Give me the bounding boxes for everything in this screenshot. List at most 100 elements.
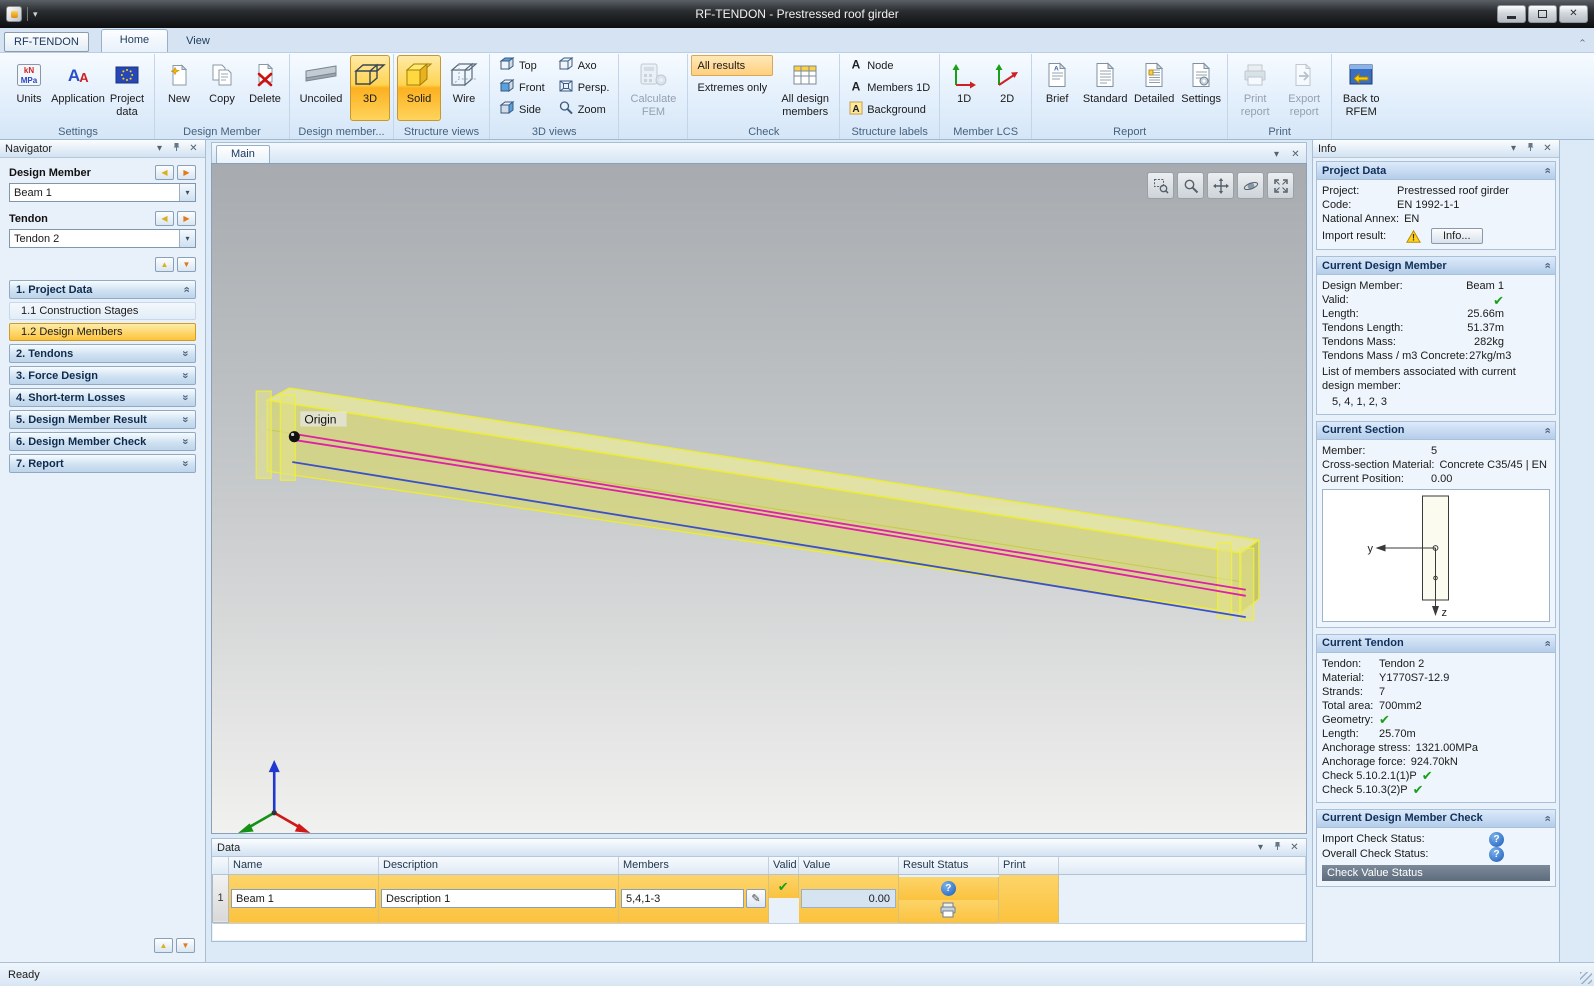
expand-icon[interactable]: «	[179, 416, 191, 422]
table-row[interactable]: 1 Beam 1 Description 1 5,4,1-3 ✎ ✔ 0.00 …	[212, 873, 1306, 923]
minimize-button[interactable]	[1497, 5, 1526, 23]
panel-menu-icon[interactable]: ▾	[153, 143, 166, 154]
label-background-button[interactable]: A Background	[843, 99, 936, 120]
section-header[interactable]: Current Tendon «	[1317, 634, 1555, 653]
tab-home[interactable]: Home	[100, 29, 169, 52]
column-header-value[interactable]: Value	[798, 857, 899, 875]
panel-menu-icon[interactable]: ▾	[1507, 143, 1520, 154]
collapse-icon[interactable]: «	[1541, 167, 1553, 173]
report-settings-button[interactable]: Settings	[1178, 55, 1224, 121]
ribbon-minimize-icon[interactable]: ‹	[1577, 39, 1588, 42]
section-header[interactable]: Current Design Member «	[1317, 257, 1555, 275]
girder-3d-scene[interactable]: Origin	[212, 164, 1306, 833]
all-results-button[interactable]: All results	[691, 55, 774, 76]
members-cell-input[interactable]: 5,4,1-3	[621, 889, 744, 908]
calculate-fem-button[interactable]: Calculate FEM	[622, 55, 684, 121]
expand-icon[interactable]: «	[179, 350, 191, 356]
view-persp-button[interactable]: Persp.	[552, 77, 616, 98]
column-header-result-status[interactable]: Result Status	[898, 857, 999, 875]
fullscreen-button[interactable]	[1267, 172, 1294, 199]
view-3d-button[interactable]: 3D	[350, 55, 390, 121]
design-member-next-button[interactable]: ▶	[177, 165, 196, 180]
section-header[interactable]: Current Design Member Check «	[1317, 809, 1555, 828]
app-icon[interactable]	[6, 6, 22, 22]
new-button[interactable]: New	[158, 55, 200, 121]
orbit-button[interactable]	[1237, 172, 1264, 199]
tendon-up-button[interactable]: ▲	[155, 257, 174, 272]
zoom-button[interactable]	[1177, 172, 1204, 199]
tendon-prev-button[interactable]: ◀	[155, 211, 174, 226]
check-value-status-row[interactable]: Check Value Status	[1322, 864, 1550, 881]
app-menu-button[interactable]: RF-TENDON	[4, 32, 89, 52]
tendon-select[interactable]: Tendon 2 ▾	[9, 229, 196, 248]
tree-item-tendons[interactable]: 2. Tendons «	[9, 344, 196, 363]
column-header-name[interactable]: Name	[228, 857, 379, 875]
section-header[interactable]: Current Section «	[1317, 421, 1555, 440]
collapse-icon[interactable]: «	[1541, 815, 1553, 821]
units-button[interactable]: kN MPa Units	[5, 55, 53, 121]
view-top-button[interactable]: Top	[493, 55, 551, 76]
all-design-members-button[interactable]: All design members	[774, 55, 836, 121]
edit-members-button[interactable]: ✎	[746, 889, 766, 908]
column-header-members[interactable]: Members	[618, 857, 769, 875]
copy-button[interactable]: Copy	[201, 55, 243, 121]
import-info-button[interactable]: Info...	[1431, 228, 1483, 244]
close-icon[interactable]: ✕	[187, 143, 200, 154]
expand-icon[interactable]: «	[179, 460, 191, 466]
chevron-down-icon[interactable]: ▾	[179, 184, 195, 201]
tree-item-design-members[interactable]: 1.2 Design Members	[9, 323, 196, 341]
expand-icon[interactable]: «	[179, 394, 191, 400]
print-report-button[interactable]: Print report	[1231, 55, 1279, 121]
chevron-down-icon[interactable]: ▾	[179, 230, 195, 247]
pin-icon[interactable]	[170, 142, 183, 155]
column-header-print[interactable]: Print	[998, 857, 1059, 875]
view-axo-button[interactable]: Axo	[552, 55, 616, 76]
resize-grip[interactable]	[1580, 972, 1592, 984]
back-to-rfem-button[interactable]: Back to RFEM	[1335, 55, 1387, 121]
close-icon[interactable]: ✕	[1289, 150, 1302, 160]
label-node-button[interactable]: A Node	[843, 55, 936, 76]
view-zoom-button[interactable]: Zoom	[552, 99, 616, 120]
pin-icon[interactable]	[1524, 142, 1537, 155]
tree-item-force-design[interactable]: 3. Force Design «	[9, 366, 196, 385]
tab-view[interactable]: View	[168, 31, 228, 52]
3d-viewport[interactable]: Origin	[211, 163, 1307, 834]
pin-icon[interactable]	[1271, 841, 1284, 854]
value-cell[interactable]: 0.00	[800, 889, 896, 908]
collapse-icon[interactable]: «	[1541, 427, 1553, 433]
report-detailed-button[interactable]: Detailed	[1131, 55, 1177, 121]
pan-button[interactable]	[1207, 172, 1234, 199]
view-side-button[interactable]: Side	[493, 99, 551, 120]
lcs-1d-button[interactable]: 1D	[943, 55, 985, 121]
expand-icon[interactable]: «	[179, 372, 191, 378]
extremes-only-button[interactable]: Extremes only	[691, 77, 773, 98]
table-empty-area[interactable]	[213, 923, 1305, 940]
tab-list-icon[interactable]: ▾	[1270, 150, 1283, 160]
close-icon[interactable]: ✕	[1541, 143, 1554, 154]
solid-button[interactable]: Solid	[397, 55, 441, 121]
tree-item-report[interactable]: 7. Report «	[9, 454, 196, 473]
tree-item-design-member-result[interactable]: 5. Design Member Result «	[9, 410, 196, 429]
label-members-1d-button[interactable]: A Members 1D	[843, 77, 936, 98]
navigator-down-button[interactable]: ▼	[176, 938, 195, 953]
report-brief-button[interactable]: A Brief	[1035, 55, 1079, 121]
collapse-icon[interactable]: «	[1541, 640, 1553, 646]
description-cell-input[interactable]: Description 1	[381, 889, 616, 908]
design-member-select[interactable]: Beam 1 ▾	[9, 183, 196, 202]
tree-item-construction-stages[interactable]: 1.1 Construction Stages	[9, 302, 196, 320]
design-member-prev-button[interactable]: ◀	[155, 165, 174, 180]
wire-button[interactable]: Wire	[442, 55, 486, 121]
application-button[interactable]: AA Application	[51, 55, 105, 121]
close-icon[interactable]: ✕	[1288, 842, 1301, 853]
tendon-next-button[interactable]: ▶	[177, 211, 196, 226]
collapse-icon[interactable]: «	[180, 286, 192, 292]
quick-access-dropdown-icon[interactable]: ▾	[33, 9, 38, 20]
tendon-down-button[interactable]: ▼	[177, 257, 196, 272]
collapse-icon[interactable]: «	[1541, 262, 1553, 268]
column-header-valid[interactable]: Valid	[768, 857, 799, 875]
project-data-button[interactable]: Project data	[103, 55, 151, 121]
report-standard-button[interactable]: Standard	[1080, 55, 1130, 121]
panel-menu-icon[interactable]: ▾	[1254, 842, 1267, 853]
close-button[interactable]: ✕	[1559, 5, 1588, 23]
tree-item-short-term-losses[interactable]: 4. Short-term Losses «	[9, 388, 196, 407]
